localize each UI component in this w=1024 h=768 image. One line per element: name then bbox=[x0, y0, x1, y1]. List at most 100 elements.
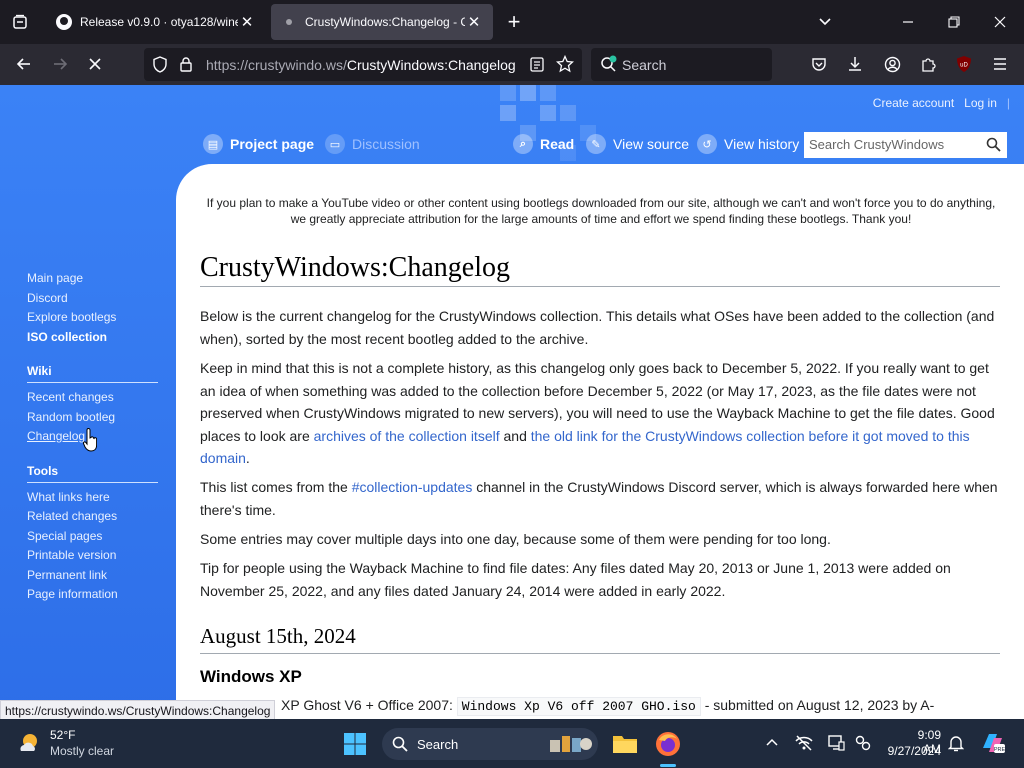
forward-button[interactable] bbox=[45, 49, 75, 79]
history-paragraph: Keep in mind that this is not a complete… bbox=[200, 357, 1005, 470]
accessibility-settings-icon[interactable] bbox=[854, 734, 872, 755]
windows-taskbar: 52°F Mostly clear Search 9:09 AM 9/27/20… bbox=[0, 719, 1024, 768]
file-explorer-taskbar-button[interactable] bbox=[611, 730, 639, 758]
decorative-tile bbox=[520, 85, 536, 101]
weather-partly-cloudy-icon[interactable] bbox=[17, 731, 41, 755]
decorative-tile bbox=[500, 85, 516, 101]
sidebar-item-random-bootleg[interactable]: Random bootleg bbox=[27, 410, 115, 424]
restore-button[interactable] bbox=[938, 6, 970, 38]
app-menu-button[interactable] bbox=[985, 49, 1015, 79]
url-path: CrustyWindows:Changelog bbox=[346, 57, 516, 73]
bookmark-star-icon[interactable] bbox=[555, 54, 575, 78]
source-text: This list comes from the bbox=[200, 479, 352, 495]
heading-underline bbox=[200, 653, 1000, 654]
start-button[interactable] bbox=[343, 732, 367, 756]
new-tab-button[interactable]: + bbox=[498, 6, 530, 38]
sidebar-item-what-links-here[interactable]: What links here bbox=[27, 490, 110, 504]
taskbar-search-label: Search bbox=[417, 737, 459, 752]
tab-title: CrustyWindows:Changelog - CrustyWindows bbox=[305, 15, 465, 29]
downloads-button[interactable] bbox=[840, 49, 870, 79]
github-icon bbox=[56, 14, 72, 30]
wiki-search-input[interactable]: Search CrustyWindows bbox=[804, 132, 1007, 158]
tab-manager-icon[interactable] bbox=[4, 6, 36, 38]
taskbar-search-box[interactable]: Search bbox=[382, 728, 598, 760]
copilot-icon[interactable]: PRE bbox=[980, 730, 1006, 759]
personal-tools: Create account Log in | bbox=[873, 96, 1010, 110]
site-notice: If you plan to make a YouTube video or o… bbox=[206, 196, 996, 226]
url-text: https://crustywindo.ws/CrustyWindows:Cha… bbox=[206, 57, 516, 73]
collection-updates-link[interactable]: #collection-updates bbox=[352, 479, 473, 495]
create-account-link[interactable]: Create account bbox=[873, 96, 954, 110]
entry-prefix: XP Ghost V6 + Office 2007: bbox=[281, 697, 457, 713]
stop-loading-button[interactable] bbox=[80, 49, 110, 79]
reader-view-icon[interactable] bbox=[529, 56, 545, 78]
sidebar-item-iso-collection[interactable]: ISO collection bbox=[27, 330, 107, 344]
search-icon[interactable] bbox=[986, 137, 1001, 157]
sidebar-item-page-information[interactable]: Page information bbox=[27, 587, 118, 601]
tab-read[interactable]: ⌕ Read bbox=[513, 134, 574, 154]
sidebar-item-recent-changes[interactable]: Recent changes bbox=[27, 390, 114, 404]
network-status-icon[interactable] bbox=[795, 734, 813, 755]
svg-text:uD: uD bbox=[960, 63, 968, 69]
chevron-down-icon bbox=[819, 18, 831, 26]
subsection-heading: Windows XP bbox=[200, 667, 302, 686]
notifications-bell-icon[interactable] bbox=[947, 734, 965, 755]
tab-view-source[interactable]: ✎ View source bbox=[586, 134, 689, 154]
sidebar-item-special-pages[interactable]: Special pages bbox=[27, 529, 102, 543]
pocket-button[interactable] bbox=[804, 49, 834, 79]
sidebar-heading-tools: Tools bbox=[27, 464, 59, 478]
wayback-tip-paragraph: Tip for people using the Wayback Machine… bbox=[200, 560, 951, 599]
close-tab-icon[interactable]: ✕ bbox=[465, 13, 483, 31]
tab-discussion[interactable]: ▭ Discussion bbox=[325, 134, 420, 154]
sidebar-item-discord[interactable]: Discord bbox=[27, 291, 68, 305]
minimize-icon bbox=[903, 21, 913, 23]
show-hidden-icons-button[interactable] bbox=[765, 735, 779, 752]
search-bar[interactable]: Search bbox=[591, 48, 772, 81]
tracking-protection-shield-icon[interactable] bbox=[152, 56, 168, 78]
decorative-tile bbox=[540, 105, 556, 121]
clock-date[interactable]: 9/27/2024 bbox=[880, 744, 941, 758]
loading-dot-icon bbox=[281, 14, 297, 30]
back-button[interactable] bbox=[9, 49, 39, 79]
sidebar-item-explore-bootlegs[interactable]: Explore bootlegs bbox=[27, 310, 116, 324]
weather-temperature[interactable]: 52°F bbox=[50, 728, 75, 742]
tab-view-source-label: View source bbox=[613, 136, 690, 152]
pocket-icon bbox=[812, 58, 826, 71]
tab-read-label: Read bbox=[540, 136, 575, 152]
sidebar-item-changelog[interactable]: Changelog bbox=[27, 429, 85, 443]
sidebar-item-related-changes[interactable]: Related changes bbox=[27, 509, 117, 523]
tab-view-history[interactable]: ↺ View history bbox=[697, 134, 799, 154]
weather-description[interactable]: Mostly clear bbox=[50, 744, 114, 758]
svg-text:PRE: PRE bbox=[994, 747, 1006, 753]
collection-archives-link[interactable]: archives of the collection itself bbox=[314, 428, 500, 444]
lock-icon[interactable] bbox=[179, 56, 193, 78]
tab-project-page[interactable]: ▤ Project page bbox=[203, 134, 314, 154]
sidebar-item-printable-version[interactable]: Printable version bbox=[27, 548, 116, 562]
puzzle-icon bbox=[921, 57, 936, 72]
navigation-toolbar: https://crustywindo.ws/CrustyWindows:Cha… bbox=[0, 44, 1024, 85]
close-window-button[interactable] bbox=[984, 6, 1016, 38]
close-tab-icon[interactable]: ✕ bbox=[238, 13, 256, 31]
tab-crustywindows-changelog[interactable]: CrustyWindows:Changelog - CrustyWindows … bbox=[271, 4, 493, 40]
address-bar[interactable]: https://crustywindo.ws/CrustyWindows:Cha… bbox=[144, 48, 582, 81]
restore-icon bbox=[948, 16, 960, 28]
sidebar-item-main-page[interactable]: Main page bbox=[27, 271, 83, 285]
download-icon bbox=[849, 57, 861, 71]
search-placeholder: Search bbox=[622, 57, 667, 73]
decorative-tile bbox=[500, 105, 516, 121]
list-all-tabs-button[interactable] bbox=[809, 6, 841, 38]
tab-winevdm-release[interactable]: Release v0.9.0 · otya128/winevdm ✕ bbox=[46, 4, 266, 40]
firefox-taskbar-button[interactable] bbox=[654, 730, 682, 758]
source-paragraph: This list comes from the #collection-upd… bbox=[200, 476, 1005, 521]
stop-icon bbox=[89, 58, 101, 70]
extensions-button[interactable] bbox=[913, 49, 943, 79]
log-in-link[interactable]: Log in bbox=[964, 96, 997, 110]
sidebar-item-permanent-link[interactable]: Permanent link bbox=[27, 568, 107, 582]
display-icon[interactable] bbox=[827, 734, 845, 755]
history-text-and: and bbox=[499, 427, 531, 444]
search-highlight-illustration-icon bbox=[548, 732, 594, 761]
ublock-origin-button[interactable]: uD bbox=[949, 49, 979, 79]
account-button[interactable] bbox=[877, 49, 907, 79]
firefox-icon bbox=[656, 732, 680, 756]
minimize-button[interactable] bbox=[892, 6, 924, 38]
